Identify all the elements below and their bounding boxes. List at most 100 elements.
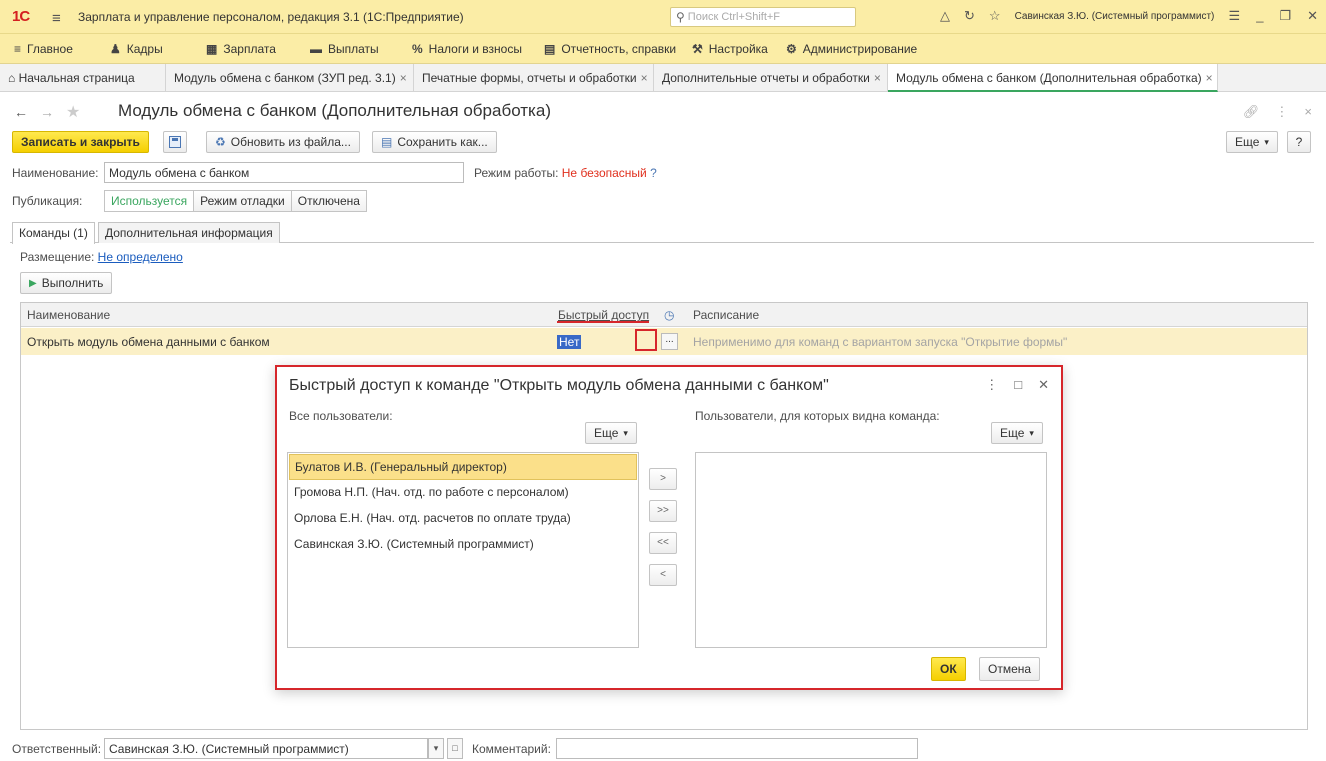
move-all-left-button[interactable]: <<: [649, 532, 677, 554]
row-schedule: Неприменимо для команд с вариантом запус…: [693, 335, 1068, 349]
move-all-right-button[interactable]: >>: [649, 500, 677, 522]
placement-link[interactable]: Не определено: [98, 250, 183, 264]
all-users-list[interactable]: Булатов И.В. (Генеральный директор) Гром…: [287, 452, 639, 648]
responsible-field[interactable]: Савинская З.Ю. (Системный программист): [104, 738, 428, 759]
more-button[interactable]: Еще ▾: [1226, 131, 1278, 153]
more-vertical-icon[interactable]: ⋮: [1275, 104, 1288, 120]
run-button[interactable]: ▶ Выполнить: [20, 272, 113, 294]
title-bar: 1С ≡ Зарплата и управление персоналом, р…: [0, 0, 1326, 34]
history-icon[interactable]: ↻: [964, 8, 975, 24]
section-admin[interactable]: ⚙ Администрирование: [786, 42, 917, 56]
col-name-header[interactable]: Наименование: [27, 308, 110, 322]
report-icon: ▤: [544, 42, 556, 56]
move-right-button[interactable]: >: [649, 468, 677, 490]
publication-disabled[interactable]: Отключена: [291, 190, 367, 212]
publication-used[interactable]: Используется: [104, 190, 195, 212]
search-icon: ⚲: [676, 10, 685, 24]
favorite-star-icon[interactable]: ★: [66, 102, 80, 122]
tab-commands[interactable]: Команды (1): [12, 222, 95, 244]
visible-users-list[interactable]: [695, 452, 1047, 648]
favorites-star-icon[interactable]: ☆: [989, 8, 1001, 24]
tab-home[interactable]: ⌂ Начальная страница: [0, 64, 166, 92]
update-from-file-button[interactable]: ♻ Обновить из файла...: [206, 131, 360, 153]
calculator-icon: ▦: [206, 42, 218, 56]
ok-button[interactable]: ОК: [931, 657, 966, 681]
close-window-icon[interactable]: ✕: [1307, 8, 1318, 24]
cancel-button[interactable]: Отмена: [979, 657, 1041, 681]
list-item[interactable]: Громова Н.П. (Нач. отд. по работе с перс…: [289, 480, 637, 506]
search-placeholder: Поиск Ctrl+Shift+F: [687, 11, 781, 23]
select-button[interactable]: ...: [661, 333, 678, 350]
notification-bell-icon[interactable]: △: [940, 8, 950, 24]
save-button[interactable]: [163, 131, 187, 153]
current-user[interactable]: Савинская З.Ю. (Системный программист): [1015, 11, 1215, 22]
section-salary[interactable]: ▦ Зарплата: [206, 42, 276, 56]
more-vertical-icon[interactable]: ⋮: [985, 377, 998, 393]
forward-arrow-icon[interactable]: →: [40, 104, 54, 120]
maximize-icon[interactable]: □: [1014, 377, 1022, 393]
section-reports[interactable]: ▤ Отчетность, справки: [544, 42, 676, 56]
search-input[interactable]: ⚲ Поиск Ctrl+Shift+F: [670, 7, 856, 27]
mode-label: Режим работы: Не безопасный ?: [474, 166, 657, 180]
close-tab-icon[interactable]: ×: [641, 71, 648, 85]
name-field[interactable]: Модуль обмена с банком: [104, 162, 464, 183]
save-and-close-button[interactable]: Записать и закрыть: [12, 131, 149, 153]
money-icon: ▬: [310, 42, 322, 56]
close-form-icon[interactable]: ×: [1304, 104, 1312, 120]
minimize-icon[interactable]: _: [1256, 8, 1263, 24]
people-icon: ♟: [110, 42, 121, 56]
list-item[interactable]: Савинская З.Ю. (Системный программист): [289, 532, 637, 558]
name-label: Наименование:: [12, 166, 99, 180]
form-title: Модуль обмена с банком (Дополнительная о…: [118, 101, 551, 120]
quick-access-dialog: Быстрый доступ к команде "Открыть модуль…: [275, 365, 1063, 690]
wrench-icon: ⚒: [692, 42, 703, 56]
publication-debug[interactable]: Режим отладки: [194, 190, 292, 212]
section-payments[interactable]: ▬ Выплаты: [310, 42, 379, 56]
row-quick-access[interactable]: Нет: [557, 335, 582, 349]
highlight-underline: [557, 321, 649, 323]
all-users-label: Все пользователи:: [289, 409, 393, 423]
restore-icon[interactable]: ❐: [1279, 8, 1291, 24]
tab-additional-reports[interactable]: Дополнительные отчеты и обработки ×: [654, 64, 888, 92]
clock-icon[interactable]: ◷: [664, 308, 674, 322]
visible-users-more-button[interactable]: Еще ▾: [991, 422, 1043, 444]
section-taxes[interactable]: % Налоги и взносы: [412, 42, 522, 56]
col-schedule-header[interactable]: Расписание: [693, 308, 759, 322]
list-item[interactable]: Булатов И.В. (Генеральный директор): [289, 454, 637, 480]
help-button[interactable]: ?: [1287, 131, 1311, 153]
list-item[interactable]: Орлова Е.Н. (Нач. отд. расчетов по оплат…: [289, 506, 637, 532]
tab-print-forms[interactable]: Печатные формы, отчеты и обработки ×: [414, 64, 654, 92]
app-logo: 1С: [12, 8, 30, 25]
close-tab-icon[interactable]: ×: [1206, 71, 1213, 85]
tab-bank-module-processing[interactable]: Модуль обмена с банком (Дополнительная о…: [888, 64, 1218, 92]
settings-menu-icon[interactable]: ☰: [1229, 8, 1241, 24]
move-left-button[interactable]: <: [649, 564, 677, 586]
dropdown-arrow-icon[interactable]: ▾: [428, 738, 444, 759]
close-dialog-icon[interactable]: ✕: [1038, 377, 1049, 393]
update-file-icon: ♻: [215, 135, 226, 149]
app-title: Зарплата и управление персоналом, редакц…: [78, 10, 464, 24]
floppy-disk-icon: [169, 136, 181, 148]
percent-icon: %: [412, 42, 423, 56]
tab-additional-info[interactable]: Дополнительная информация: [98, 222, 280, 243]
col-quick-access-header[interactable]: Быстрый доступ: [558, 308, 649, 322]
table-row[interactable]: Открыть модуль обмена данными с банком Н…: [21, 328, 1307, 355]
section-personnel[interactable]: ♟ Кадры: [110, 42, 163, 56]
tab-bank-module-zup[interactable]: Модуль обмена с банком (ЗУП ред. 3.1) ×: [166, 64, 414, 92]
save-as-button[interactable]: ▤ Сохранить как...: [372, 131, 497, 153]
main-menu-icon[interactable]: ≡: [52, 10, 61, 27]
publication-label: Публикация:: [12, 194, 83, 208]
dropdown-arrow-icon: ▾: [623, 427, 628, 438]
dialog-title: Быстрый доступ к команде "Открыть модуль…: [289, 377, 829, 394]
section-settings[interactable]: ⚒ Настройка: [692, 42, 768, 56]
open-icon[interactable]: □: [447, 738, 463, 759]
all-users-more-button[interactable]: Еще ▾: [585, 422, 637, 444]
mode-help[interactable]: ?: [650, 166, 657, 180]
close-tab-icon[interactable]: ×: [400, 71, 407, 85]
comment-field[interactable]: [556, 738, 918, 759]
back-arrow-icon[interactable]: ←: [14, 104, 28, 120]
section-main[interactable]: ≡ Главное: [14, 42, 73, 56]
close-tab-icon[interactable]: ×: [874, 71, 881, 85]
link-icon[interactable]: 🔗︎: [1243, 104, 1260, 120]
responsible-label: Ответственный:: [12, 742, 102, 756]
